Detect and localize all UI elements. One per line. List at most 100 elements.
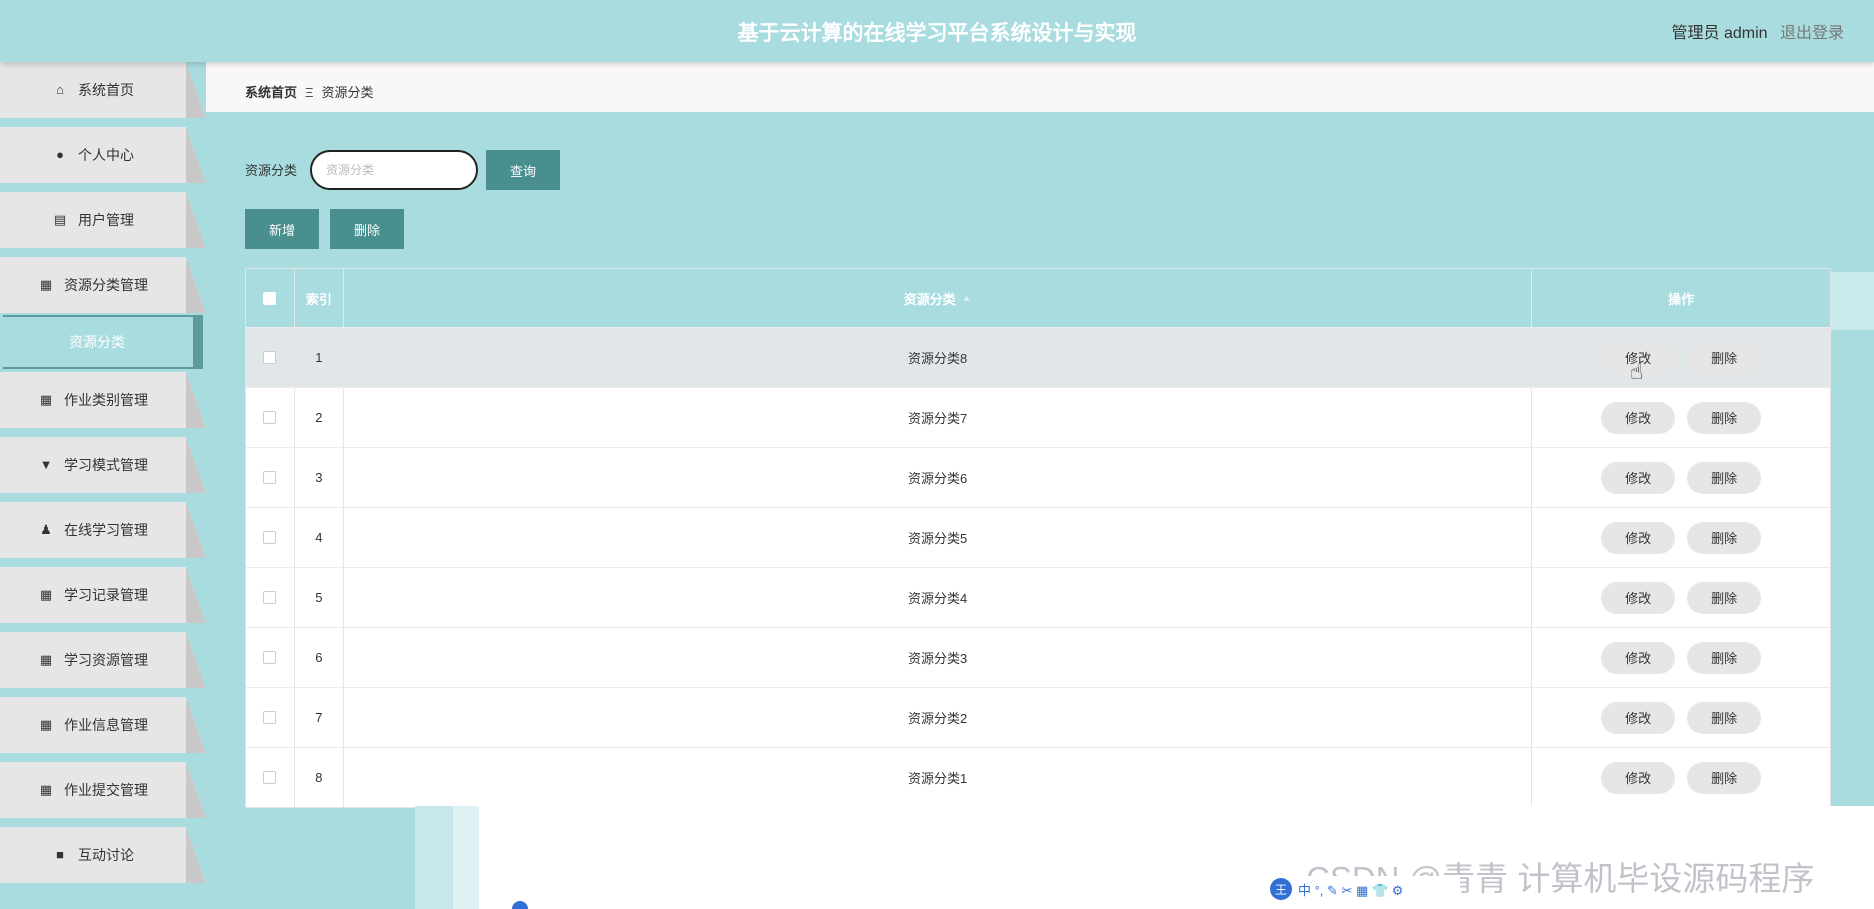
table-row: 1 资源分类8 修改 删除: [246, 327, 1830, 387]
grid-icon: ▦: [39, 277, 53, 292]
sidebar-item-label: 作业类别管理: [64, 392, 148, 408]
row-name: 资源分类1: [344, 748, 1533, 807]
row-delete-button[interactable]: 删除: [1687, 461, 1762, 494]
sidebar-item-5[interactable]: ▦ 作业类别管理: [0, 372, 206, 428]
edit-button[interactable]: 修改: [1601, 581, 1676, 614]
sidebar-item-content: ♟ 在线学习管理: [0, 502, 186, 558]
row-ops: 修改 删除: [1532, 388, 1830, 447]
search-button[interactable]: 查询: [486, 150, 560, 190]
top-header: 基于云计算的在线学习平台系统设计与实现 管理员 admin 退出登录: [0, 0, 1874, 62]
edit-button[interactable]: 修改: [1601, 701, 1676, 734]
sidebar-item-11[interactable]: ▦ 作业提交管理: [0, 762, 206, 818]
decor-block: [415, 806, 453, 909]
chart-icon: ▤: [53, 212, 67, 227]
person-icon: ♟: [40, 522, 52, 537]
sidebar-item-10[interactable]: ▦ 作业信息管理: [0, 697, 206, 753]
sidebar-item-label: 学习资源管理: [64, 652, 148, 668]
user-icon: ●: [56, 147, 64, 162]
sidebar-subitem-resource-category[interactable]: 资源分类: [3, 315, 203, 369]
row-checkbox[interactable]: [263, 591, 277, 604]
sidebar-item-content: ■ 互动讨论: [0, 827, 186, 883]
row-checkbox[interactable]: [263, 471, 277, 484]
table-row: 2 资源分类7 修改 删除: [246, 387, 1830, 447]
sidebar-item-2[interactable]: ● 个人中心: [0, 127, 206, 183]
row-select[interactable]: [246, 388, 295, 447]
edit-button[interactable]: 修改: [1601, 641, 1676, 674]
sidebar-item-3[interactable]: ▤ 用户管理: [0, 192, 206, 248]
row-select[interactable]: [246, 628, 295, 687]
row-index: 5: [295, 568, 344, 627]
row-select[interactable]: [246, 688, 295, 747]
sidebar-item-9[interactable]: ▦ 学习资源管理: [0, 632, 206, 688]
sidebar-subitem-label: 资源分类: [69, 334, 125, 350]
edit-button[interactable]: 修改: [1601, 401, 1676, 434]
row-select[interactable]: [246, 748, 295, 807]
sidebar-item-label: 用户管理: [78, 212, 134, 228]
row-checkbox[interactable]: [263, 411, 277, 424]
row-checkbox[interactable]: [263, 771, 277, 784]
table-header: 索引 资源分类 ▲ 操作: [246, 269, 1830, 327]
row-delete-button[interactable]: 删除: [1687, 521, 1762, 554]
sidebar-item-label: 作业提交管理: [64, 782, 148, 798]
edit-button[interactable]: 修改: [1601, 761, 1676, 794]
row-name: 资源分类7: [344, 388, 1533, 447]
row-delete-button[interactable]: 删除: [1687, 401, 1762, 434]
sidebar-item-4[interactable]: ▦ 资源分类管理: [0, 257, 206, 313]
row-ops: 修改 删除: [1532, 508, 1830, 567]
table-row: 7 资源分类2 修改 删除: [246, 687, 1830, 747]
header-name[interactable]: 资源分类 ▲: [344, 269, 1533, 327]
row-delete-button[interactable]: 删除: [1687, 641, 1762, 674]
sidebar-item-7[interactable]: ♟ 在线学习管理: [0, 502, 206, 558]
user-area: 管理员 admin 退出登录: [1672, 19, 1845, 43]
row-ops: 修改 删除: [1532, 688, 1830, 747]
logout-link[interactable]: 退出登录: [1780, 25, 1844, 42]
sidebar-item-content: ▦ 作业类别管理: [0, 372, 186, 428]
row-select[interactable]: [246, 508, 295, 567]
row-name: 资源分类4: [344, 568, 1533, 627]
row-index: 6: [295, 628, 344, 687]
row-checkbox[interactable]: [263, 711, 277, 724]
row-index: 2: [295, 388, 344, 447]
row-name: 资源分类5: [344, 508, 1533, 567]
row-index: 7: [295, 688, 344, 747]
grid-icon: ▦: [39, 392, 53, 407]
row-delete-button[interactable]: 删除: [1687, 701, 1762, 734]
sidebar-item-label: 作业信息管理: [64, 717, 148, 733]
edit-button[interactable]: 修改: [1601, 521, 1676, 554]
row-checkbox[interactable]: [263, 351, 277, 364]
row-ops: 修改 删除: [1532, 448, 1830, 507]
sort-icon[interactable]: ▲: [962, 293, 972, 304]
row-delete-button[interactable]: 删除: [1687, 761, 1762, 794]
add-button[interactable]: 新增: [245, 209, 319, 249]
sidebar-item-1[interactable]: ⌂ 系统首页: [0, 62, 206, 118]
sidebar-item-content: ▼ 学习模式管理: [0, 437, 186, 493]
sidebar-item-12[interactable]: ■ 互动讨论: [0, 827, 206, 883]
sidebar-item-content: ▤ 用户管理: [0, 192, 186, 248]
edit-button[interactable]: 修改: [1601, 461, 1676, 494]
row-delete-button[interactable]: 删除: [1687, 341, 1762, 374]
delete-button[interactable]: 删除: [330, 209, 404, 249]
select-all-checkbox[interactable]: [263, 291, 277, 305]
row-checkbox[interactable]: [263, 531, 277, 544]
breadcrumb-home[interactable]: 系统首页: [245, 85, 297, 100]
sidebar-item-6[interactable]: ▼ 学习模式管理: [0, 437, 206, 493]
sidebar-item-label: 学习记录管理: [64, 587, 148, 603]
ime-logo-icon[interactable]: 王: [1270, 878, 1292, 900]
row-checkbox[interactable]: [263, 651, 277, 664]
ime-tools[interactable]: 中 °, ✎ ✂ ▦ 👕 ⚙: [1298, 880, 1403, 899]
table-row: 4 资源分类5 修改 删除: [246, 507, 1830, 567]
user-label: 管理员 admin: [1671, 25, 1768, 42]
breadcrumb: 系统首页 Ξ 资源分类: [245, 82, 373, 101]
sidebar-item-8[interactable]: ▦ 学习记录管理: [0, 567, 206, 623]
pin-icon: ▼: [39, 457, 53, 472]
header-select-all[interactable]: [246, 269, 295, 327]
table-row: 3 资源分类6 修改 删除: [246, 447, 1830, 507]
row-select[interactable]: [246, 328, 295, 387]
search-input[interactable]: [310, 150, 478, 190]
row-delete-button[interactable]: 删除: [1687, 581, 1762, 614]
row-select[interactable]: [246, 568, 295, 627]
row-ops: 修改 删除: [1532, 748, 1830, 807]
row-select[interactable]: [246, 448, 295, 507]
sidebar-item-content: ⌂ 系统首页: [0, 62, 186, 118]
ime-toolbar[interactable]: 王 中 °, ✎ ✂ ▦ 👕 ⚙: [1266, 876, 1460, 902]
